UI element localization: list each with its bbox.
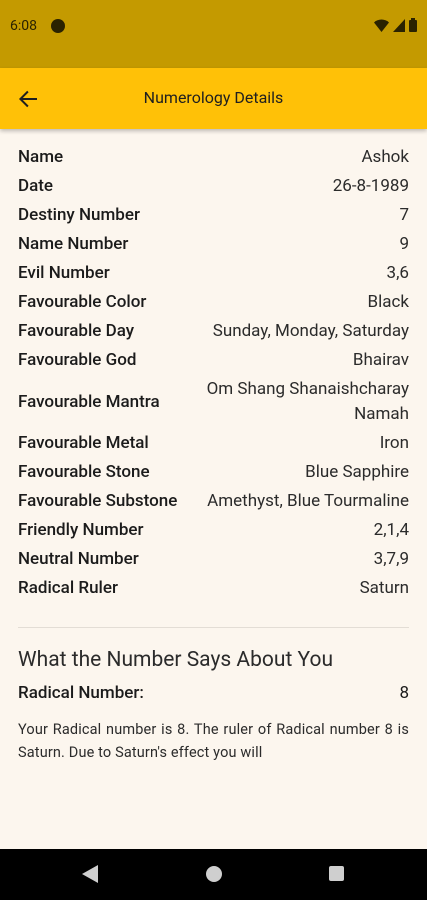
detail-label: Favourable Color [18, 292, 147, 312]
detail-label: Favourable Substone [18, 491, 178, 511]
detail-value: Iron [379, 433, 409, 453]
detail-value: Saturn [359, 578, 409, 598]
detail-value: Amethyst, Blue Tourmaline [207, 491, 409, 511]
detail-label: Favourable Day [18, 321, 135, 341]
app-bar: Numerology Details [0, 68, 427, 129]
detail-row: Favourable Stone Blue Sapphire [18, 458, 409, 487]
detail-row: Favourable Substone Amethyst, Blue Tourma… [18, 487, 409, 516]
detail-label: Destiny Number [18, 205, 140, 225]
wifi-icon [374, 19, 389, 32]
detail-value: Om Shang Shanaishcharay Namah [206, 379, 409, 424]
detail-row: Favourable Color Black [18, 288, 409, 317]
radical-description: Your Radical number is 8. The ruler of R… [18, 721, 409, 761]
detail-value: Ashok [361, 147, 409, 167]
detail-value: 9 [399, 234, 409, 254]
detail-row: Favourable Day Sunday, Monday, Saturday [18, 317, 409, 346]
details-table: Name Ashok Date 26-8-1989 Destiny Number 7 Nam… [18, 143, 409, 603]
page-title: Numerology Details [143, 88, 284, 107]
detail-row: Favourable Mantra Om Shang Shanaishcharay… [18, 375, 409, 429]
nav-back-icon[interactable] [82, 865, 98, 883]
detail-label: Friendly Number [18, 520, 144, 540]
detail-value: Black [367, 292, 410, 312]
detail-row: Favourable God Bhairav [18, 346, 409, 375]
detail-label: Evil Number [18, 263, 110, 283]
status-time: 6:08 [10, 18, 37, 34]
detail-value: 7 [399, 205, 409, 225]
detail-value: 3,6 [386, 263, 409, 283]
detail-value: 3,7,9 [373, 549, 409, 569]
detail-label: Favourable God [18, 350, 137, 370]
section-divider [18, 627, 409, 628]
radical-number-row: Radical Number: 8 [18, 680, 409, 706]
nav-recents-icon[interactable] [329, 866, 344, 881]
detail-value: Blue Sapphire [305, 462, 409, 482]
radical-number-value: 8 [399, 683, 409, 703]
detail-row: Name Number 9 [18, 230, 409, 259]
details-content[interactable]: Name Ashok Date 26-8-1989 Destiny Number 7 Nam… [0, 129, 427, 849]
detail-label: Name Number [18, 234, 129, 254]
detail-label: Date [18, 176, 54, 196]
status-icons [374, 18, 417, 32]
detail-row: Favourable Metal Iron [18, 429, 409, 458]
detail-row: Neutral Number 3,7,9 [18, 545, 409, 574]
radical-number-label: Radical Number: [18, 683, 144, 703]
detail-row: Friendly Number 2,1,4 [18, 516, 409, 545]
nav-home-icon[interactable] [206, 866, 222, 882]
detail-label: Radical Ruler [18, 578, 118, 598]
about-section-title: What the Number Says About You [18, 648, 334, 672]
detail-value: Sunday, Monday, Saturday [212, 321, 409, 341]
detail-row: Name Ashok [18, 143, 409, 172]
detail-row: Destiny Number 7 [18, 201, 409, 230]
cellular-signal-icon [393, 18, 405, 32]
detail-row: Radical Ruler Saturn [18, 574, 409, 603]
detail-label: Favourable Stone [18, 462, 150, 482]
system-nav-bar [0, 849, 427, 900]
notification-app-icon [51, 19, 65, 33]
detail-label: Name [18, 147, 64, 167]
detail-label: Favourable Mantra [18, 391, 160, 412]
detail-label: Favourable Metal [18, 433, 149, 453]
detail-value: 2,1,4 [373, 520, 409, 540]
detail-label: Neutral Number [18, 549, 139, 569]
detail-row: Date 26-8-1989 [18, 172, 409, 201]
battery-icon [409, 18, 417, 32]
detail-row: Evil Number 3,6 [18, 259, 409, 288]
detail-value: 26-8-1989 [332, 176, 409, 196]
status-bar: 6:08 [0, 0, 427, 68]
detail-value: Bhairav [352, 350, 409, 370]
